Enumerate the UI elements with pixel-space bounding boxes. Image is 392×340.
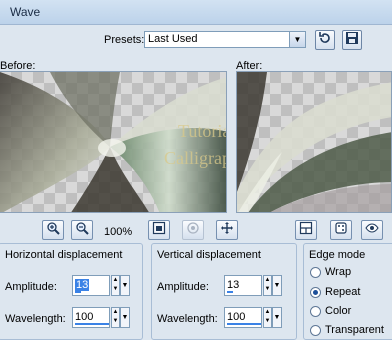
horizontal-amplitude-input[interactable]: 13: [72, 275, 110, 296]
presets-value: Last Used: [148, 33, 198, 45]
randomize-button[interactable]: [330, 220, 352, 240]
horizontal-amplitude-spinner[interactable]: 13 ▲ ▼ ▼: [72, 275, 130, 296]
horizontal-wavelength-bar: [75, 323, 109, 325]
vertical-wavelength-spinner[interactable]: 100 ▲ ▼ ▼: [224, 307, 282, 328]
horizontal-wavelength-label: Wavelength:: [5, 313, 66, 325]
window-title: Wave: [10, 5, 41, 19]
vertical-amplitude-value: 13: [227, 279, 240, 291]
fit-button[interactable]: [148, 220, 170, 240]
presets-label: Presets:: [104, 34, 145, 46]
split-view-icon: [299, 221, 313, 235]
move-icon: [221, 222, 233, 234]
radio-icon[interactable]: [310, 325, 321, 336]
title-bar: Wave: [0, 0, 392, 25]
spin-arrows-icon[interactable]: ▲ ▼: [111, 307, 120, 328]
radio-icon[interactable]: [310, 306, 321, 317]
watermark-line1: Tutorial: [178, 121, 227, 141]
presets-dropdown[interactable]: Last Used ▼: [144, 31, 306, 48]
vertical-wavelength-label: Wavelength:: [157, 313, 218, 325]
vertical-wavelength-bar: [227, 323, 261, 325]
before-preview[interactable]: Tutorial Calligraphy: [0, 71, 227, 213]
spin-arrows-icon[interactable]: ▲ ▼: [263, 307, 272, 328]
reset-icon: [319, 32, 330, 43]
vertical-amplitude-input[interactable]: 13: [224, 275, 262, 296]
watermark-line2: Calligraphy: [164, 148, 227, 168]
horizontal-wavelength-value: 100: [75, 311, 94, 323]
fit-window-icon: [152, 221, 166, 235]
zoom-level: 100%: [104, 226, 133, 238]
radio-selected-icon[interactable]: [310, 287, 321, 298]
edge-mode-wrap-label: Wrap: [325, 266, 352, 278]
zoom-in-icon: [47, 222, 60, 235]
proof-button[interactable]: [182, 220, 204, 240]
after-preview[interactable]: [236, 71, 392, 213]
save-preset-button[interactable]: [342, 30, 362, 50]
split-view-button[interactable]: [295, 220, 317, 240]
chevron-down-icon[interactable]: ▼: [272, 275, 282, 296]
proof-icon: [187, 222, 199, 234]
vertical-wavelength-value: 100: [227, 311, 246, 323]
edge-mode-title: Edge mode: [307, 249, 368, 261]
horizontal-group-title: Horizontal displacement: [3, 249, 125, 261]
preview-toggle-button[interactable]: [361, 220, 383, 240]
edge-mode-repeat-label: Repeat: [325, 286, 361, 298]
dice-icon: [335, 222, 347, 234]
zoom-out-icon: [76, 222, 89, 235]
horizontal-amplitude-label: Amplitude:: [5, 281, 57, 293]
zoom-in-button[interactable]: [42, 220, 64, 240]
horizontal-wavelength-spinner[interactable]: 100 ▲ ▼ ▼: [72, 307, 130, 328]
chevron-down-icon[interactable]: ▼: [120, 307, 130, 328]
spin-arrows-icon[interactable]: ▲ ▼: [263, 275, 272, 296]
vertical-amplitude-label: Amplitude:: [157, 281, 209, 293]
zoom-out-button[interactable]: [71, 220, 93, 240]
radio-icon[interactable]: [310, 267, 321, 278]
vertical-amplitude-bar: [227, 291, 233, 293]
horizontal-amplitude-bar: [75, 291, 81, 293]
chevron-down-icon[interactable]: ▼: [289, 32, 305, 47]
chevron-down-icon[interactable]: ▼: [120, 275, 130, 296]
spin-arrows-icon[interactable]: ▲ ▼: [111, 275, 120, 296]
vertical-amplitude-spinner[interactable]: 13 ▲ ▼ ▼: [224, 275, 282, 296]
chevron-down-icon[interactable]: ▼: [272, 307, 282, 328]
edge-mode-color-label: Color: [325, 305, 352, 317]
pan-button[interactable]: [216, 220, 238, 240]
before-image: Tutorial Calligraphy: [0, 72, 227, 212]
horizontal-amplitude-value: 13: [75, 279, 90, 291]
eye-icon: [365, 223, 379, 233]
edge-mode-transparent-label: Transparent: [325, 324, 384, 336]
save-icon: [346, 32, 358, 44]
vertical-wavelength-input[interactable]: 100: [224, 307, 262, 328]
vertical-group-title: Vertical displacement: [155, 249, 263, 261]
after-image: [237, 72, 391, 212]
reset-button[interactable]: [315, 30, 335, 50]
horizontal-wavelength-input[interactable]: 100: [72, 307, 110, 328]
